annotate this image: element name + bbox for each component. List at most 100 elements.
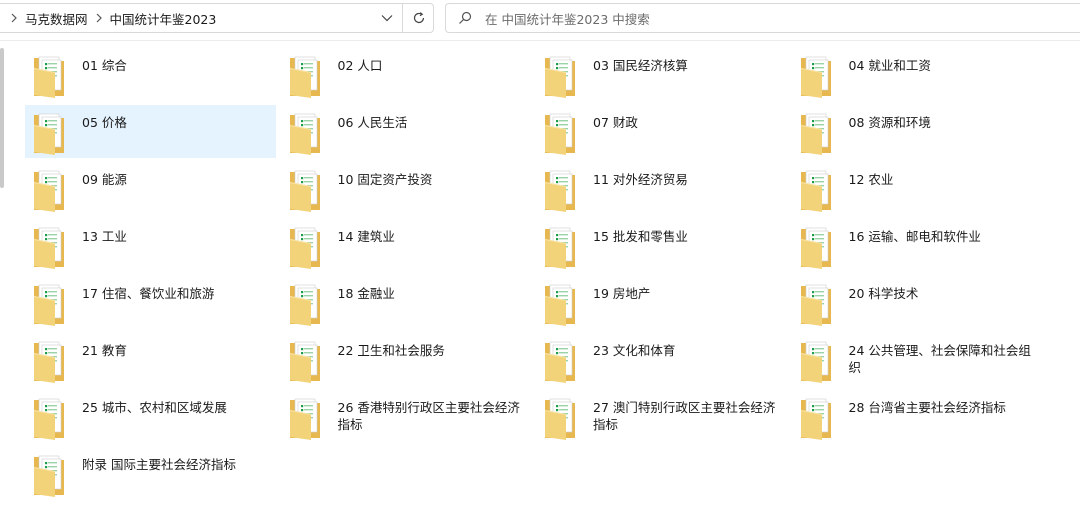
folder-name: 28 台湾省主要社会经济指标 [848,400,1006,415]
folder-icon [545,227,575,269]
folder-item[interactable]: 13 工业 [25,219,276,272]
folder-icon [545,170,575,212]
folder-item[interactable]: 22 卫生和社会服务 [281,333,532,386]
folder-name: 21 教育 [82,343,127,358]
folder-item[interactable]: 10 固定资产投资 [281,162,532,215]
folder-item[interactable]: 28 台湾省主要社会经济指标 [792,390,1043,443]
folder-icon [34,284,64,326]
folder-icon [800,398,831,440]
folder-icon [545,284,575,326]
folder-name: 04 就业和工资 [848,58,931,73]
folder-icon [34,341,64,383]
folder-icon [545,398,575,440]
folder-name: 19 房地产 [593,286,651,301]
breadcrumb-item-site[interactable]: 马克数据网 [23,9,90,28]
folder-name: 16 运输、邮电和软件业 [848,229,981,244]
folder-icon [34,113,64,155]
folder-item[interactable]: 20 科学技术 [792,276,1043,329]
folder-icon [289,56,320,98]
folder-icon [800,56,831,98]
chevron-right-icon[interactable] [8,12,20,24]
search-icon [458,11,472,25]
folder-item[interactable]: 附录 国际主要社会经济指标 [25,447,276,500]
folder-item[interactable]: 14 建筑业 [281,219,532,272]
folder-item[interactable]: 03 国民经济核算 [536,48,787,101]
breadcrumb-item-current-folder[interactable]: 中国统计年鉴2023 [108,9,219,28]
folder-name: 26 香港特别行政区主要社会经济指标 [337,400,520,432]
folder-name: 06 人民生活 [337,115,408,130]
folder-item[interactable]: 11 对外经济贸易 [536,162,787,215]
folder-icon [289,227,320,269]
folder-name: 03 国民经济核算 [593,58,688,73]
folder-name: 24 公共管理、社会保障和社会组织 [848,343,1031,375]
folder-icon [34,227,64,269]
folder-icon [34,56,64,98]
folder-name: 02 人口 [337,58,383,73]
folder-name: 05 价格 [82,115,127,130]
folder-item[interactable]: 05 价格 [25,105,276,158]
folder-item[interactable]: 27 澳门特别行政区主要社会经济指标 [536,390,787,443]
address-history-dropdown[interactable] [372,4,402,32]
folder-name: 12 农业 [848,172,894,187]
folder-icon [289,398,320,440]
search-input[interactable]: 在 中国统计年鉴2023 中搜索 [485,9,650,28]
folder-item[interactable]: 17 住宿、餐饮业和旅游 [25,276,276,329]
folder-icon [800,341,831,383]
chevron-right-icon[interactable] [93,12,105,24]
folder-icon [289,341,320,383]
breadcrumb: 马克数据网 中国统计年鉴2023 [8,4,218,32]
folder-name: 14 建筑业 [337,229,395,244]
folder-item[interactable]: 06 人民生活 [281,105,532,158]
folder-icon [545,56,575,98]
folder-icon [289,170,320,212]
folder-icon [800,284,831,326]
folder-name: 20 科学技术 [848,286,919,301]
folder-item[interactable]: 02 人口 [281,48,532,101]
vertical-scrollbar[interactable] [0,48,4,188]
folder-item[interactable]: 18 金融业 [281,276,532,329]
folder-item[interactable]: 08 资源和环境 [792,105,1043,158]
folder-item[interactable]: 15 批发和零售业 [536,219,787,272]
address-bar[interactable]: 马克数据网 中国统计年鉴2023 [0,3,434,33]
folder-icon [800,227,831,269]
folder-item[interactable]: 26 香港特别行政区主要社会经济指标 [281,390,532,443]
folder-item[interactable]: 25 城市、农村和区域发展 [25,390,276,443]
folder-name: 01 综合 [82,58,127,73]
folder-name: 17 住宿、餐饮业和旅游 [82,286,215,301]
folder-name: 15 批发和零售业 [593,229,688,244]
folder-icon [289,284,320,326]
folder-name: 11 对外经济贸易 [593,172,688,187]
refresh-button[interactable] [402,4,434,32]
folder-name: 07 财政 [593,115,638,130]
folder-icon [545,113,575,155]
folder-item[interactable]: 07 财政 [536,105,787,158]
folder-item[interactable]: 19 房地产 [536,276,787,329]
folder-name: 22 卫生和社会服务 [337,343,445,358]
folder-item[interactable]: 04 就业和工资 [792,48,1043,101]
folder-icon [800,113,831,155]
folder-name: 25 城市、农村和区域发展 [82,400,227,415]
search-box[interactable]: 在 中国统计年鉴2023 中搜索 [445,3,1080,33]
folder-icon [800,170,831,212]
folder-icon [34,455,64,497]
folder-item[interactable]: 23 文化和体育 [536,333,787,386]
folder-item[interactable]: 01 综合 [25,48,276,101]
folder-name: 10 固定资产投资 [337,172,433,187]
folder-name: 13 工业 [82,229,127,244]
folder-item[interactable]: 09 能源 [25,162,276,215]
folder-item[interactable]: 21 教育 [25,333,276,386]
folder-icon [34,170,64,212]
folder-name: 09 能源 [82,172,127,187]
refresh-icon [413,12,424,24]
folder-name: 附录 国际主要社会经济指标 [82,457,236,472]
folder-grid: 01 综合 02 人口 03 国民经济核算 04 就业和工资 05 价格 06 … [25,48,1080,505]
folder-item[interactable]: 12 农业 [792,162,1043,215]
folder-name: 27 澳门特别行政区主要社会经济指标 [593,400,776,432]
folder-icon [289,113,320,155]
folder-name: 23 文化和体育 [593,343,676,358]
folder-item[interactable]: 24 公共管理、社会保障和社会组织 [792,333,1043,386]
folder-item[interactable]: 16 运输、邮电和软件业 [792,219,1043,272]
chevron-down-icon [381,15,393,22]
header-divider [0,40,1080,41]
folder-name: 08 资源和环境 [848,115,931,130]
